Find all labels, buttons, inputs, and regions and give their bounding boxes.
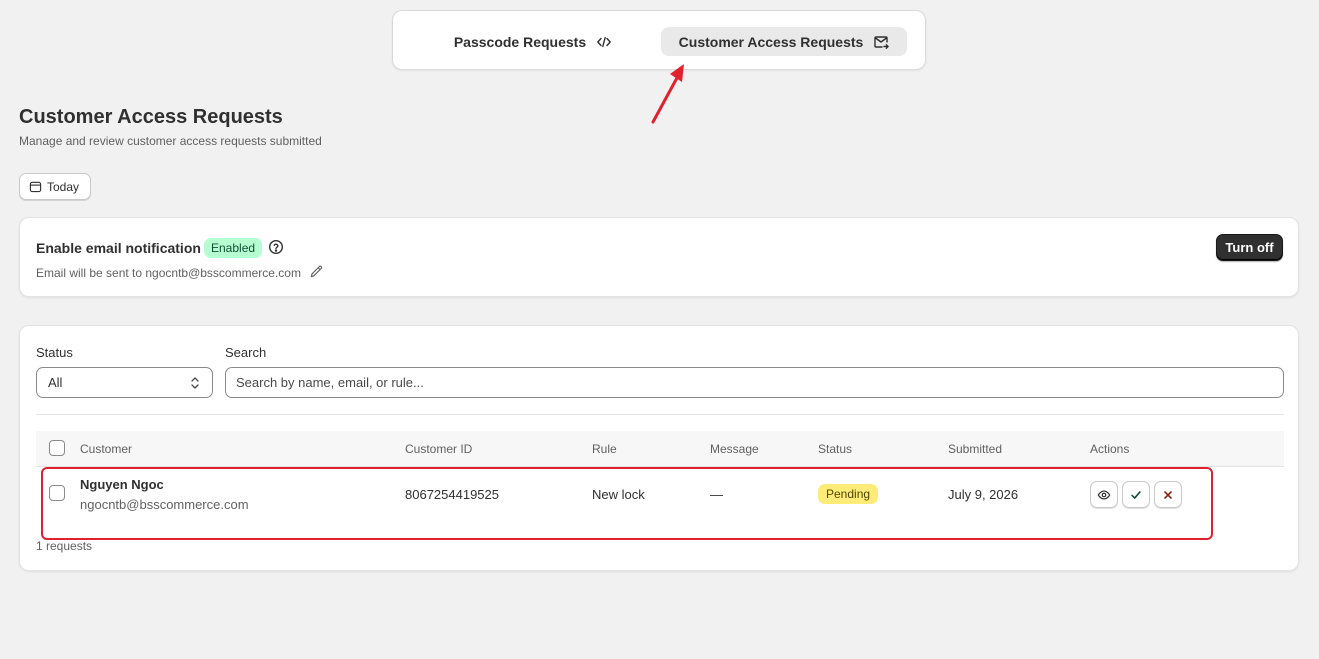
calendar-icon <box>29 181 42 193</box>
email-notification-card: Enable email notification Enabled Email … <box>19 217 1299 297</box>
customer-name: Nguyen Ngoc <box>80 477 164 492</box>
column-header-customer-id: Customer ID <box>405 442 473 456</box>
notification-title: Enable email notification <box>36 240 201 256</box>
tab-label: Customer Access Requests <box>678 33 864 50</box>
rule: New lock <box>592 487 645 502</box>
column-header-message: Message <box>710 442 759 456</box>
column-header-rule: Rule <box>592 442 617 456</box>
turn-off-button[interactable]: Turn off <box>1216 234 1283 261</box>
date-filter-label: Today <box>47 179 80 194</box>
row-checkbox[interactable] <box>49 485 65 501</box>
select-all-checkbox[interactable] <box>49 440 65 456</box>
checkmark-icon <box>1131 490 1141 499</box>
search-input[interactable] <box>225 367 1284 398</box>
request-count: 1 requests <box>36 539 93 553</box>
page-title: Customer Access Requests <box>19 106 283 128</box>
pencil-icon[interactable] <box>309 264 324 279</box>
tab-label: Passcode Requests <box>453 33 587 50</box>
column-header-actions: Actions <box>1090 442 1130 456</box>
status-select[interactable]: All <box>36 367 213 398</box>
status-badge: Pending <box>818 484 879 504</box>
message: — <box>710 487 723 502</box>
eye-icon <box>1097 489 1111 500</box>
tab-passcode-requests[interactable]: Passcode Requests <box>413 27 653 56</box>
divider <box>36 414 1284 415</box>
reject-button[interactable] <box>1154 481 1182 508</box>
column-header-status: Status <box>818 442 853 456</box>
view-button[interactable] <box>1090 481 1118 508</box>
customer-email: ngocntb@bsscommerce.com <box>80 497 249 512</box>
submitted-date: July 9, 2026 <box>948 487 1019 502</box>
tab-customer-access-requests[interactable]: Customer Access Requests <box>661 27 907 56</box>
column-header-submitted: Submitted <box>948 442 1003 456</box>
code-icon <box>597 36 612 47</box>
annotation-arrow <box>651 64 684 124</box>
status-select-value: All <box>48 375 63 390</box>
approve-button[interactable] <box>1122 481 1150 508</box>
table-header: Customer Customer ID Rule Message Status… <box>36 431 1284 467</box>
status-badge: Enabled <box>204 238 263 258</box>
table-row: Nguyen Ngoc ngocntb@bsscommerce.com 8067… <box>36 468 1284 528</box>
requests-table-card: Status Search All Customer Customer ID R… <box>19 325 1299 571</box>
page-subtitle: Manage and review customer access reques… <box>19 134 322 148</box>
notification-email-text: Email will be sent to ngocntb@bsscommerc… <box>36 266 301 280</box>
column-header-customer: Customer <box>80 442 133 456</box>
customer-id: 8067254419525 <box>405 487 499 502</box>
chevron-up-down-icon <box>191 377 199 389</box>
help-icon[interactable] <box>268 239 284 255</box>
close-icon <box>1164 490 1172 499</box>
mail-forward-icon <box>874 35 890 49</box>
search-label: Search <box>225 345 267 360</box>
status-filter-label: Status <box>36 345 73 360</box>
date-filter-button[interactable]: Today <box>19 173 91 200</box>
